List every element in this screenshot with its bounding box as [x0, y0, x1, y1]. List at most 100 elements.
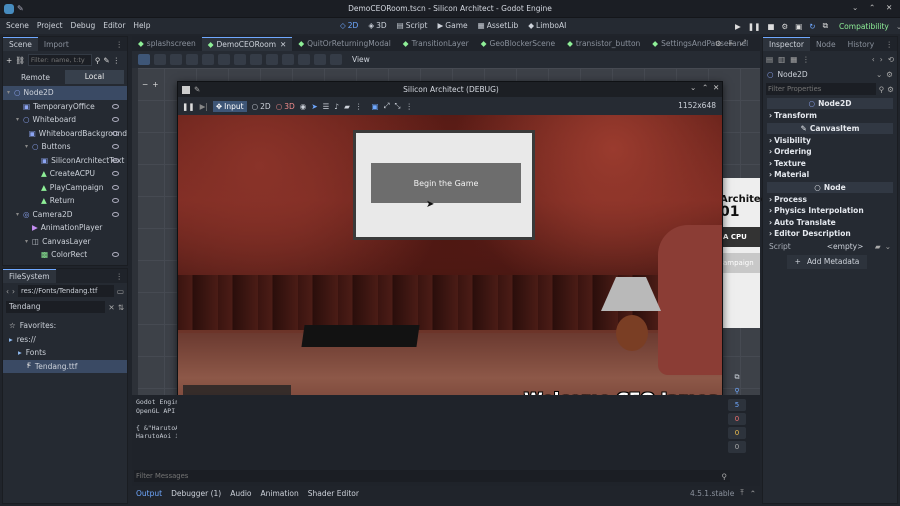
snap-icon[interactable]: [266, 54, 278, 65]
rotate-tool-icon[interactable]: [170, 54, 182, 65]
grid-snap-icon[interactable]: [282, 54, 294, 65]
section-physics-interpolation[interactable]: › Physics Interpolation: [763, 205, 897, 217]
chevron-down-icon[interactable]: ▾: [16, 211, 23, 218]
split-view-icon[interactable]: ▭: [117, 287, 124, 296]
add-metadata-button[interactable]: + Add Metadata: [787, 254, 867, 269]
input-toggle[interactable]: ✥ Input: [212, 100, 247, 112]
workspace-script[interactable]: ▤ Script: [397, 21, 428, 30]
menu-project[interactable]: Project: [37, 21, 63, 30]
chevron-down-icon[interactable]: ⌄: [885, 242, 891, 251]
bottom-tab-3[interactable]: Animation: [261, 489, 299, 498]
editor-tab-0[interactable]: ◆ splashscreen: [132, 37, 202, 51]
section-texture[interactable]: › Texture: [763, 158, 897, 170]
maximize-icon[interactable]: ⌃: [702, 83, 708, 92]
lock-icon[interactable]: [298, 54, 310, 65]
fit-icon[interactable]: ⤢: [384, 101, 390, 111]
tree-node-whiteboard[interactable]: ▾ ○ Whiteboard: [3, 113, 127, 127]
tree-node-buttons[interactable]: ▾ ○ Buttons: [3, 140, 127, 154]
select-tool-icon[interactable]: [138, 54, 150, 65]
visibility-icon[interactable]: [112, 157, 119, 163]
maximize-icon[interactable]: ⌃: [869, 3, 875, 12]
tab-filesystem[interactable]: FileSystem: [3, 269, 56, 283]
chevron-down-icon[interactable]: ⌄: [896, 22, 900, 31]
script-value[interactable]: <empty>: [827, 242, 864, 251]
close-icon[interactable]: ✕: [280, 40, 286, 49]
fs-item-2[interactable]: ▸ Fonts: [3, 346, 127, 360]
menu-icon[interactable]: ⋮: [802, 55, 810, 64]
menu-editor[interactable]: Editor: [103, 21, 125, 30]
section-auto-translate[interactable]: › Auto Translate: [763, 217, 897, 229]
pan-tool-icon[interactable]: [234, 54, 246, 65]
add-tab-icon[interactable]: +: [728, 39, 734, 48]
tab-history[interactable]: History: [842, 37, 881, 51]
skeleton-icon[interactable]: [330, 54, 342, 65]
tab-import[interactable]: Import: [38, 37, 75, 51]
close-icon[interactable]: ✕: [886, 3, 892, 12]
distraction-free-icon[interactable]: ⚙: [715, 39, 722, 48]
camera-icon[interactable]: ▰: [344, 102, 350, 111]
next-frame-icon[interactable]: ▶|: [200, 102, 208, 111]
tab-node[interactable]: Node: [810, 37, 842, 51]
section-editor-description[interactable]: › Editor Description: [763, 228, 897, 240]
clear-icon[interactable]: ⧉: [728, 371, 746, 383]
pin-icon[interactable]: ⤒: [740, 488, 743, 498]
back-icon[interactable]: ‹: [6, 287, 9, 296]
menu-scene[interactable]: Scene: [6, 21, 29, 30]
add-node-icon[interactable]: +: [6, 56, 12, 65]
menu-icon[interactable]: ⋮: [406, 102, 414, 111]
bottom-tab-0[interactable]: Output: [136, 489, 162, 498]
visibility-icon[interactable]: [112, 117, 119, 123]
tree-node-return[interactable]: ▲ Return: [3, 194, 127, 208]
workspace-limboai[interactable]: ◆ LimboAI: [528, 21, 566, 30]
filter-properties-input[interactable]: [766, 83, 876, 95]
tree-node-siliconarchitecttext[interactable]: ▣ SiliconArchitectText: [3, 154, 127, 168]
bottom-tab-2[interactable]: Audio: [230, 489, 251, 498]
minimize-icon[interactable]: ⌄: [690, 83, 696, 92]
log-count[interactable]: 5: [728, 399, 746, 411]
workspace-2d[interactable]: ◇ 2D: [340, 21, 358, 30]
chevron-down-icon[interactable]: ▾: [7, 89, 14, 96]
chevron-down-icon[interactable]: ▾: [25, 143, 32, 150]
menu-icon[interactable]: ⋮: [116, 40, 124, 49]
info-count[interactable]: 0: [728, 441, 746, 453]
pause-icon[interactable]: ❚❚: [748, 22, 761, 31]
view-menu[interactable]: View: [352, 55, 370, 64]
editor-tab-4[interactable]: ◆ GeoBlockerScene: [475, 37, 561, 51]
menu-icon[interactable]: ⋮: [355, 102, 363, 111]
select-icon[interactable]: ➤: [311, 102, 317, 111]
workspace-assetlib[interactable]: ▦ AssetLib: [478, 21, 519, 30]
section-material[interactable]: › Material: [763, 169, 897, 181]
play-icon[interactable]: ▶: [735, 22, 741, 31]
pivot-tool-icon[interactable]: [218, 54, 230, 65]
fs-item-0[interactable]: ☆ Favorites:: [3, 319, 127, 333]
minimize-icon[interactable]: ⌄: [852, 3, 858, 12]
link-icon[interactable]: ⛓: [15, 56, 25, 65]
section-transform[interactable]: › Transform: [763, 110, 897, 122]
pause-icon[interactable]: ❚❚: [182, 102, 195, 111]
close-icon[interactable]: ✕: [713, 83, 719, 92]
visibility-icon[interactable]: [112, 198, 119, 204]
movie-maker-icon[interactable]: ▣: [795, 22, 802, 31]
visibility-icon[interactable]: [112, 211, 119, 217]
tab-inspector[interactable]: Inspector: [763, 37, 810, 51]
workspace-3d[interactable]: ◈ 3D: [368, 21, 386, 30]
filter-options-icon[interactable]: ⚲: [95, 56, 101, 65]
load-icon[interactable]: ▥: [778, 55, 785, 64]
visibility-icon[interactable]: [112, 171, 119, 177]
collapse-icon[interactable]: ⌃: [750, 489, 756, 498]
folder-icon[interactable]: ▰: [875, 242, 881, 251]
section-ordering[interactable]: › Ordering: [763, 146, 897, 158]
menu-icon[interactable]: ⋮: [113, 56, 121, 65]
warning-count[interactable]: 0: [728, 427, 746, 439]
workspace-game[interactable]: ▶ Game: [438, 21, 468, 30]
settings-icon[interactable]: ⚙: [886, 70, 893, 79]
ruler-tool-icon[interactable]: [250, 54, 262, 65]
forward-icon[interactable]: ›: [12, 287, 15, 296]
begin-game-button[interactable]: Begin the Game: [371, 163, 521, 203]
zoom-in-icon[interactable]: +: [152, 80, 158, 89]
menu-icon[interactable]: ⋮: [886, 40, 894, 49]
visibility-icon[interactable]: [112, 103, 119, 109]
zoom-out-icon[interactable]: −: [142, 80, 148, 89]
visibility-icon[interactable]: [112, 252, 119, 258]
section-visibility[interactable]: › Visibility: [763, 135, 897, 147]
